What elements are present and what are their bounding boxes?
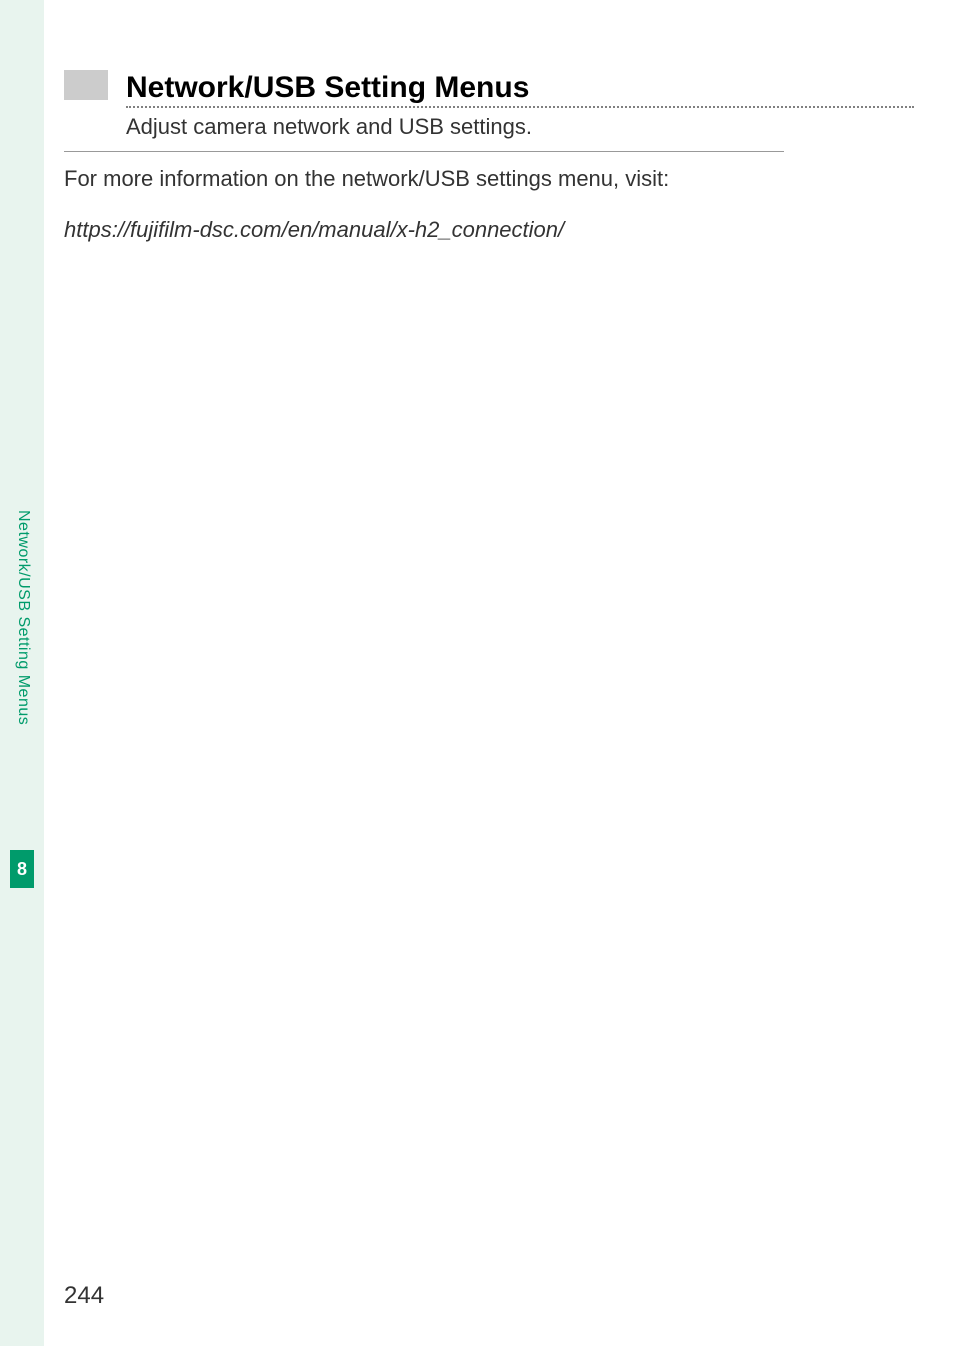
- heading-row: Network/USB Setting Menus: [64, 70, 914, 104]
- page-content: Network/USB Setting Menus Adjust camera …: [44, 0, 954, 1346]
- external-link-text[interactable]: https://fujifilm-dsc.com/en/manual/x-h2_…: [64, 213, 914, 246]
- heading-text-wrap: Network/USB Setting Menus: [126, 71, 914, 104]
- horizontal-divider: [64, 151, 784, 152]
- sidebar-chapter-tab: 8: [10, 850, 34, 888]
- page-number: 244: [64, 1282, 104, 1310]
- body-intro-text: For more information on the network/USB …: [64, 162, 914, 195]
- chapter-number: 8: [17, 859, 27, 880]
- dotted-divider: [126, 106, 914, 108]
- page-title: Network/USB Setting Menus: [126, 71, 914, 104]
- heading-marker-box: [64, 70, 108, 100]
- sidebar: Network/USB Setting Menus 8: [0, 0, 44, 1346]
- sidebar-section-label: Network/USB Setting Menus: [14, 510, 32, 725]
- page-subtitle: Adjust camera network and USB settings.: [126, 112, 914, 143]
